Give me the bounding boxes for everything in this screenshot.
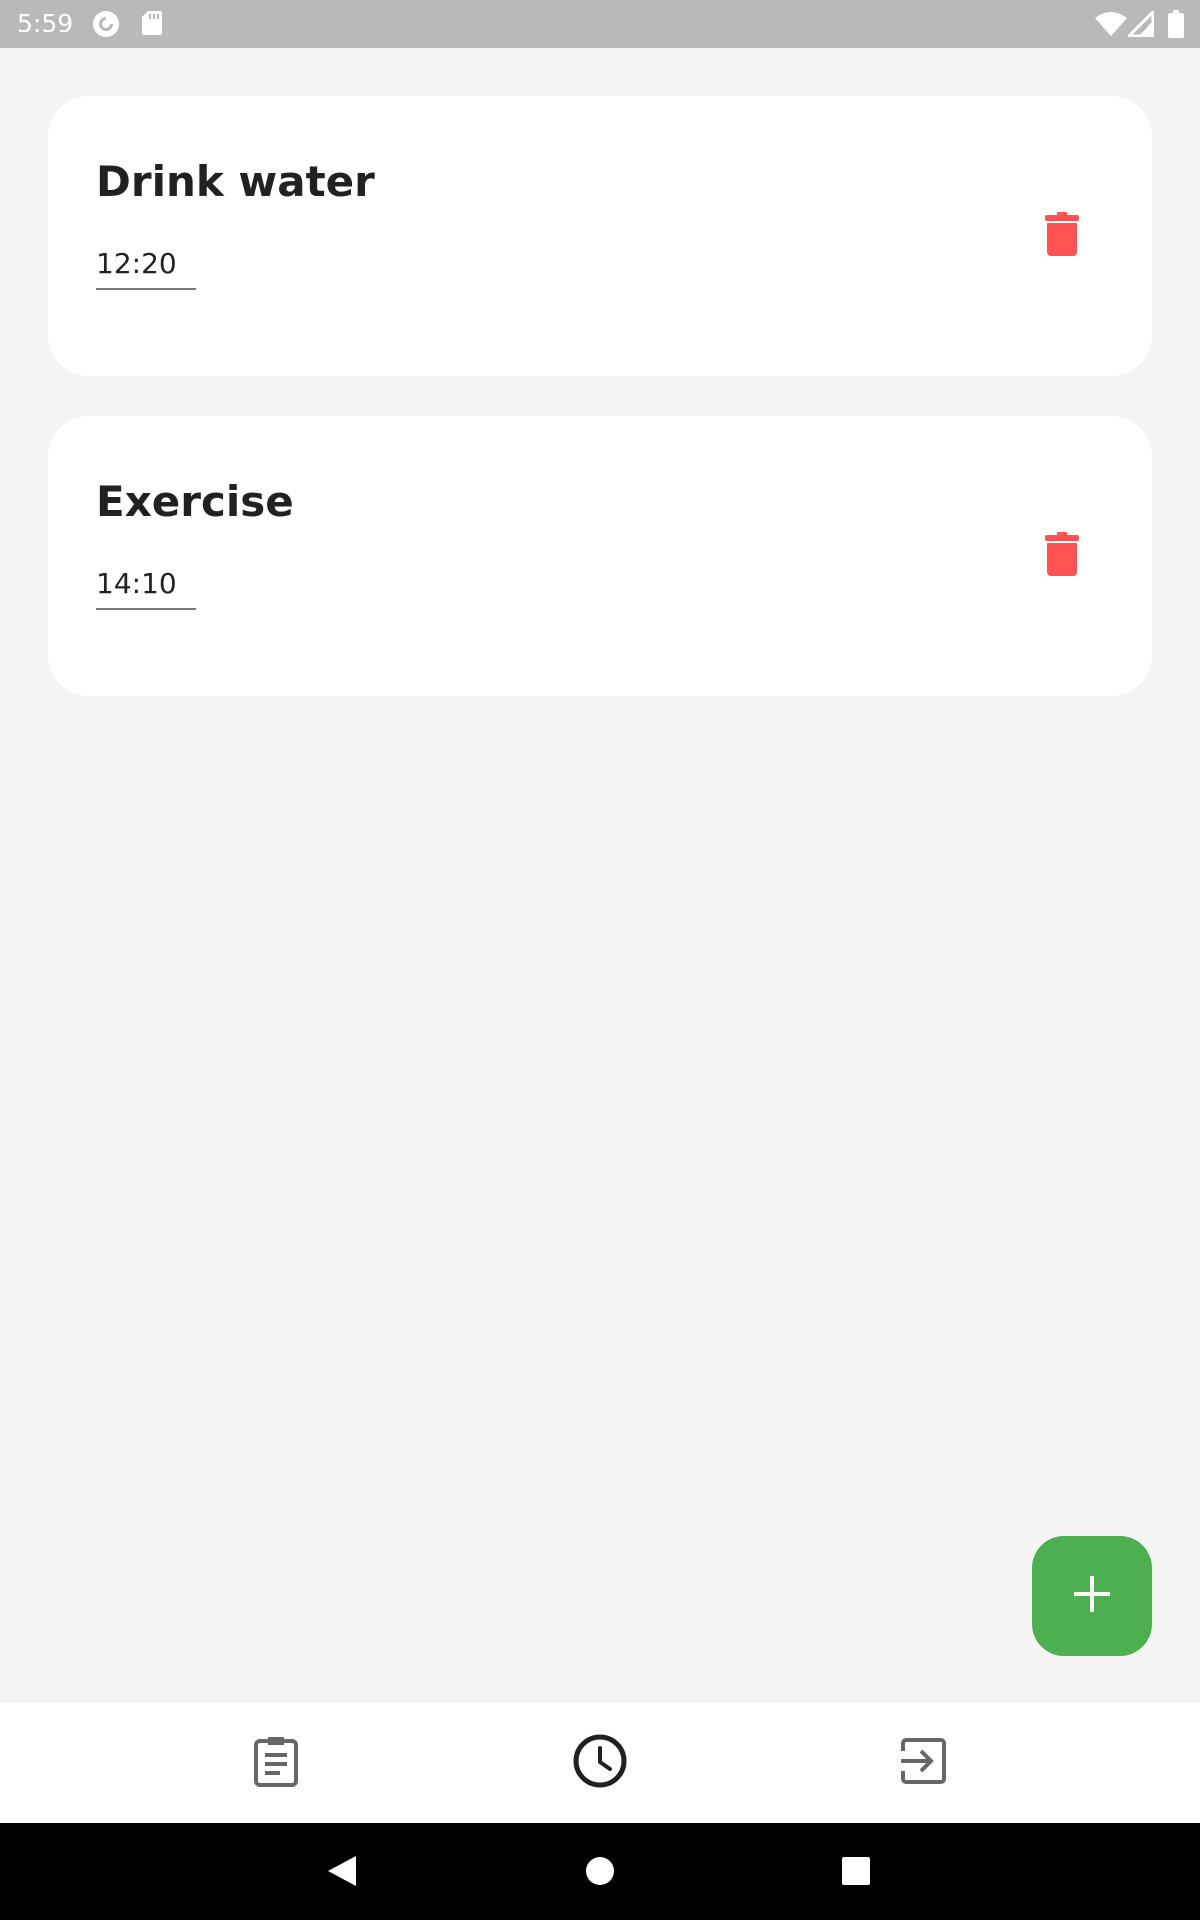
reminder-title: Drink water — [96, 157, 375, 206]
status-time: 5:59 — [17, 9, 74, 38]
clock-icon — [572, 1733, 628, 1793]
sd-card-icon — [141, 10, 163, 40]
home-icon — [584, 1855, 616, 1891]
delete-button[interactable] — [1030, 204, 1094, 268]
system-back-button[interactable] — [312, 1843, 372, 1903]
back-icon — [326, 1854, 358, 1892]
status-bar: 5:59 — [0, 0, 1200, 48]
system-navigation-bar — [0, 1823, 1200, 1920]
add-reminder-button[interactable] — [1032, 1536, 1152, 1656]
reminder-time-field[interactable] — [96, 558, 196, 610]
system-home-button[interactable] — [570, 1843, 630, 1903]
bottom-navigation — [0, 1703, 1200, 1823]
logout-icon — [899, 1737, 949, 1789]
nav-item-logout[interactable] — [864, 1703, 984, 1823]
reminder-time-field[interactable] — [96, 238, 196, 290]
trash-icon — [1045, 212, 1079, 260]
clipboard-icon — [252, 1735, 300, 1791]
recents-icon — [840, 1855, 872, 1891]
trash-icon — [1045, 532, 1079, 580]
reminder-title: Exercise — [96, 477, 294, 526]
system-recents-button[interactable] — [826, 1843, 886, 1903]
cell-signal-icon — [1125, 8, 1155, 41]
plus-icon — [1072, 1574, 1112, 1618]
battery-icon — [1168, 10, 1184, 42]
delete-button[interactable] — [1030, 524, 1094, 588]
reminder-card[interactable]: Exercise — [48, 416, 1152, 696]
wifi-icon — [1094, 11, 1128, 41]
reminder-card[interactable]: Drink water — [48, 96, 1152, 376]
pocket-casts-icon — [92, 10, 120, 42]
nav-item-notes[interactable] — [216, 1703, 336, 1823]
nav-item-reminders[interactable] — [540, 1703, 660, 1823]
